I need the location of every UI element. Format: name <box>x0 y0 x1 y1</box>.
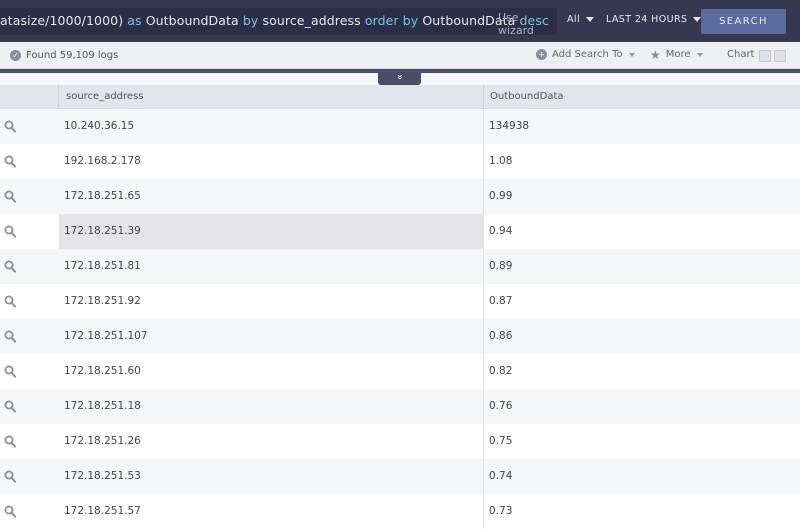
source-address-cell: 172.18.251.92 <box>64 295 141 307</box>
plus-icon: + <box>536 49 547 60</box>
table-row[interactable]: 10.240.36.15 134938 <box>0 109 800 144</box>
table-row[interactable]: 172.18.251.39 0.94 <box>0 214 800 249</box>
table-body: 10.240.36.15 134938 192.168.2.178 1.08 172.1… <box>0 109 800 529</box>
source-address-cell: 172.18.251.39 <box>59 214 483 249</box>
time-range-label: LAST 24 HOURS <box>606 14 688 25</box>
source-address-cell: 172.18.251.107 <box>64 330 148 342</box>
magnifier-icon[interactable] <box>4 120 16 133</box>
source-address-cell: 172.18.251.53 <box>64 470 141 482</box>
magnifier-icon[interactable] <box>4 365 16 378</box>
table-row[interactable]: 172.18.251.53 0.74 <box>0 459 800 494</box>
outbound-data-cell: 0.86 <box>483 319 800 354</box>
query-input[interactable]: atasize/1000/1000) as OutboundData by so… <box>0 8 557 35</box>
magnifier-icon[interactable] <box>4 400 16 413</box>
outbound-data-cell: 0.76 <box>483 389 800 424</box>
chevron-down-icon <box>628 52 635 57</box>
magnifier-icon[interactable] <box>4 190 16 203</box>
chart-button[interactable]: Chart <box>727 49 754 60</box>
source-address-cell: 172.18.251.81 <box>64 260 141 272</box>
query-token: OutboundData <box>145 13 239 28</box>
result-count: ✓ Found 59,109 logs <box>10 50 118 61</box>
outbound-data-cell: 0.99 <box>483 179 800 214</box>
search-button[interactable]: SEARCH <box>701 9 786 34</box>
magnifier-icon[interactable] <box>4 470 16 483</box>
outbound-data-cell: 0.89 <box>483 249 800 284</box>
magnifier-icon[interactable] <box>4 435 16 448</box>
source-address-cell: 10.240.36.15 <box>64 120 135 132</box>
source-address-cell: 172.18.251.57 <box>64 505 141 517</box>
source-address-cell: 172.18.251.18 <box>64 400 141 412</box>
table-row[interactable]: 172.18.251.57 0.73 <box>0 494 800 529</box>
top-bar: atasize/1000/1000) as OutboundData by so… <box>0 0 800 42</box>
table-row[interactable]: 172.18.251.26 0.75 <box>0 424 800 459</box>
source-address-cell: 192.168.2.178 <box>64 155 141 167</box>
double-chevron-down-icon: » <box>394 73 406 81</box>
outbound-data-cell: 0.75 <box>483 424 800 459</box>
table-row[interactable]: 172.18.251.92 0.87 <box>0 284 800 319</box>
chart-label: Chart <box>727 49 755 60</box>
magnifier-icon[interactable] <box>4 295 16 308</box>
result-count-text: Found 59,109 logs <box>26 50 119 61</box>
table-row[interactable]: 172.18.251.18 0.76 <box>0 389 800 424</box>
outbound-data-cell: 0.94 <box>483 214 800 249</box>
query-keyword: order by <box>360 13 423 28</box>
query-text[interactable]: atasize/1000/1000) as OutboundData by so… <box>0 13 549 28</box>
query-keyword: by <box>238 13 263 28</box>
star-icon: ★ <box>650 47 661 62</box>
magnifier-icon[interactable] <box>4 260 16 273</box>
results-toolbar: ✓ Found 59,109 logs + Add Search To ★ Mo… <box>0 42 800 69</box>
query-keyword: as <box>123 13 146 28</box>
outbound-data-cell: 134938 <box>483 109 800 144</box>
collapse-toggle[interactable]: » <box>378 71 421 85</box>
full-view-icon[interactable] <box>774 50 786 62</box>
more-button[interactable]: ★ More <box>650 47 703 62</box>
more-label: More <box>665 49 691 60</box>
results-table: source_address OutboundData 10.240.36.15… <box>0 85 800 529</box>
table-row[interactable]: 172.18.251.65 0.99 <box>0 179 800 214</box>
table-row[interactable]: 172.18.251.81 0.89 <box>0 249 800 284</box>
magnifier-icon[interactable] <box>4 505 16 518</box>
scope-label: All <box>567 14 580 25</box>
add-search-to-label: Add Search To <box>552 49 623 60</box>
split-view-icon[interactable] <box>759 50 771 62</box>
time-range-dropdown[interactable]: LAST 24 HOURS <box>606 14 702 25</box>
source-address-cell: 172.18.251.26 <box>64 435 141 447</box>
use-wizard-link[interactable]: Use wizard <box>498 11 548 35</box>
table-header: source_address OutboundData <box>0 85 800 109</box>
chevron-down-icon <box>585 17 594 22</box>
chevron-down-icon <box>696 52 703 57</box>
magnifier-icon[interactable] <box>4 155 16 168</box>
table-row[interactable]: 172.18.251.60 0.82 <box>0 354 800 389</box>
magnifier-icon[interactable] <box>4 330 16 343</box>
scope-dropdown[interactable]: All <box>567 14 594 25</box>
column-header-outbound-data[interactable]: OutboundData <box>490 85 564 109</box>
source-address-cell: 172.18.251.60 <box>64 365 141 377</box>
table-row[interactable]: 172.18.251.107 0.86 <box>0 319 800 354</box>
outbound-data-cell: 0.73 <box>483 494 800 529</box>
outbound-data-cell: 0.74 <box>483 459 800 494</box>
column-header-source-address[interactable]: source_address <box>66 85 144 109</box>
column-divider <box>58 85 59 109</box>
query-token: source_address <box>262 13 361 28</box>
column-divider <box>483 85 484 109</box>
outbound-data-cell: 0.87 <box>483 284 800 319</box>
outbound-data-cell: 0.82 <box>483 354 800 389</box>
check-icon: ✓ <box>10 50 21 61</box>
table-row[interactable]: 192.168.2.178 1.08 <box>0 144 800 179</box>
source-address-cell: 172.18.251.65 <box>64 190 141 202</box>
add-search-to-button[interactable]: + Add Search To <box>536 49 635 60</box>
magnifier-icon[interactable] <box>4 225 16 238</box>
query-token: atasize/1000/1000) <box>0 13 124 28</box>
outbound-data-cell: 1.08 <box>483 144 800 179</box>
